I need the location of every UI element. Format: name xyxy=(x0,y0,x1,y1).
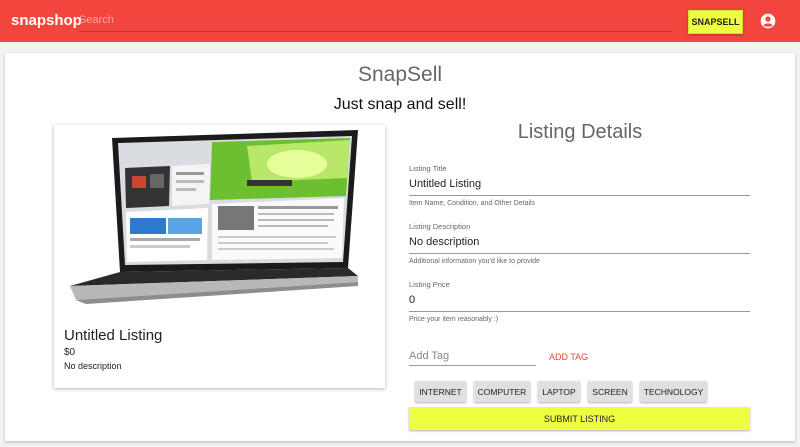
listing-details-heading: Listing Details xyxy=(517,121,643,143)
listing-price-help: Price your item reasonably :) xyxy=(409,316,499,323)
account-circle-icon[interactable] xyxy=(760,13,776,29)
tag-chip[interactable]: COMPUTER xyxy=(474,381,530,402)
tag-chip[interactable]: LAPTOP xyxy=(538,381,580,402)
tag-chip[interactable]: SCREEN xyxy=(588,381,632,402)
submit-listing-button[interactable]: SUBMIT LISTING xyxy=(409,407,750,430)
listing-title-label: Listing Title xyxy=(409,164,447,173)
add-tag-input[interactable] xyxy=(409,347,536,366)
listing-title-field: Listing Title Item Name, Condition, and … xyxy=(409,164,750,207)
listing-description-help: Additional information you'd like to pro… xyxy=(409,258,540,265)
app-bar: snapshop SNAPSELL xyxy=(0,0,800,42)
page-title: SnapSell xyxy=(357,63,443,86)
tagline: Just snap and sell! xyxy=(333,96,467,113)
listing-preview-card: Untitled Listing $0 No description xyxy=(54,125,385,388)
preview-title: Untitled Listing xyxy=(64,327,163,344)
preview-price: $0 xyxy=(64,347,76,358)
listing-description-field: Listing Description Additional informati… xyxy=(409,222,750,265)
tag-chip[interactable]: TECHNOLOGY xyxy=(640,381,707,402)
tag-chip[interactable]: INTERNET xyxy=(415,381,466,402)
listing-description-label: Listing Description xyxy=(409,222,471,231)
main-card: SnapSell Just snap and sell! Untitled Li… xyxy=(5,53,795,441)
listing-price-label: Listing Price xyxy=(409,280,450,289)
add-tag-button[interactable]: ADD TAG xyxy=(549,352,588,362)
snapsell-button[interactable]: SNAPSELL xyxy=(688,10,743,34)
listing-price-input[interactable] xyxy=(409,289,750,312)
preview-description: No description xyxy=(64,361,122,371)
search-bar xyxy=(79,9,672,32)
listing-description-input[interactable] xyxy=(409,231,750,254)
laptop-image xyxy=(70,130,358,304)
listing-title-help: Item Name, Condition, and Other Details xyxy=(409,200,536,207)
search-input[interactable] xyxy=(79,9,672,31)
listing-price-field: Listing Price Price your item reasonably… xyxy=(409,280,750,323)
brand-logo[interactable]: snapshop xyxy=(11,12,82,29)
listing-title-input[interactable] xyxy=(409,173,750,196)
